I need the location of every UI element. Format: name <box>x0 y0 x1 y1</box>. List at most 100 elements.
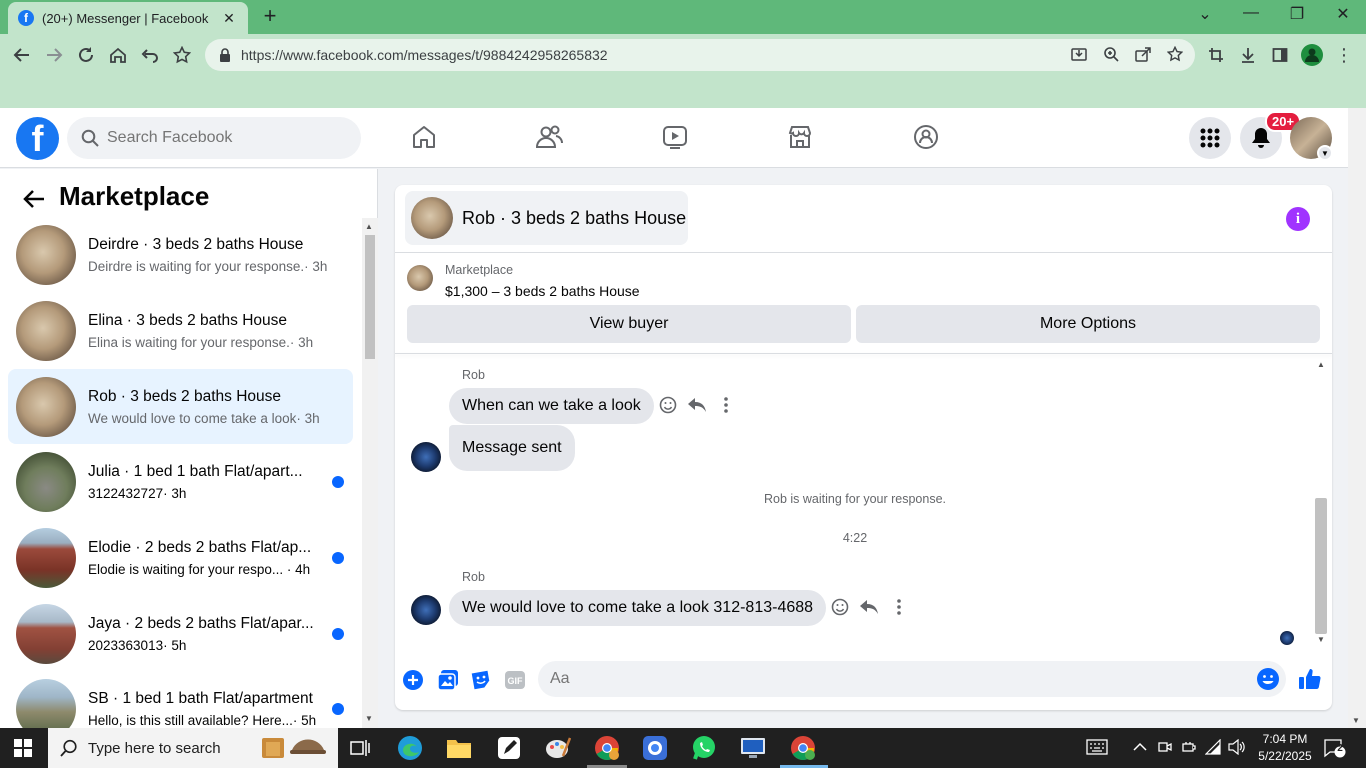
paint-app-icon[interactable] <box>544 734 572 762</box>
new-tab-icon[interactable]: + <box>258 5 282 29</box>
conversation-item[interactable]: Jaya · 2 beds 2 baths Flat/apar... 20233… <box>8 596 353 671</box>
plus-circle-icon[interactable] <box>401 668 425 692</box>
facebook-logo-icon[interactable]: f <box>16 117 59 160</box>
reply-icon[interactable] <box>686 394 708 416</box>
forward-icon[interactable] <box>41 42 67 68</box>
whatsapp-icon[interactable] <box>690 734 718 762</box>
address-bar[interactable]: https://www.facebook.com/messages/t/9884… <box>205 39 1195 71</box>
home-icon[interactable] <box>105 42 131 68</box>
sender-avatar <box>411 442 441 472</box>
zoom-icon[interactable] <box>1099 42 1123 66</box>
chat-scrollbar-thumb[interactable] <box>1315 498 1327 634</box>
profile-icon[interactable] <box>1299 42 1325 68</box>
conversation-name: Julia · 1 bed 1 bath Flat/apart... <box>88 462 303 480</box>
chrome-app-icon[interactable] <box>641 734 669 762</box>
back-icon[interactable] <box>9 42 35 68</box>
page-scrollbar[interactable] <box>1348 108 1366 728</box>
facebook-search[interactable] <box>67 117 361 159</box>
reload-icon[interactable] <box>73 42 99 68</box>
scroll-up-arrow-icon[interactable]: ▲ <box>1317 360 1325 369</box>
message-input-field[interactable] <box>538 661 1286 697</box>
downloads-icon[interactable] <box>1235 42 1261 68</box>
view-buyer-button[interactable]: View buyer <box>407 305 851 343</box>
reply-icon[interactable] <box>858 596 880 618</box>
edge-browser-icon[interactable] <box>396 734 424 762</box>
remote-desktop-icon[interactable] <box>739 734 767 762</box>
notification-center-icon[interactable]: 2 <box>1324 738 1346 761</box>
more-options-button[interactable]: More Options <box>856 305 1320 343</box>
taskbar-search-box[interactable]: Type here to search <box>48 728 338 768</box>
crop-icon[interactable] <box>1203 42 1229 68</box>
battery-plug-icon[interactable] <box>1181 739 1197 758</box>
chat-header-button[interactable]: Rob · 3 beds 2 baths House <box>405 191 688 245</box>
marketplace-nav-icon[interactable] <box>785 122 815 152</box>
conversation-item[interactable]: Elina · 3 beds 2 baths House Elina is wa… <box>8 293 353 368</box>
message-sender: Rob <box>462 570 485 584</box>
install-app-icon[interactable] <box>1067 42 1091 66</box>
home-nav-icon[interactable] <box>409 122 439 152</box>
friends-nav-icon[interactable] <box>534 122 564 152</box>
scroll-down-arrow-icon[interactable]: ▼ <box>1317 635 1325 644</box>
react-emoji-icon[interactable] <box>829 596 851 618</box>
minimize-icon[interactable]: — <box>1236 4 1266 28</box>
conversation-name: Elina · 3 beds 2 baths House <box>88 311 288 329</box>
chrome-active-icon[interactable] <box>789 734 817 762</box>
browser-menu-icon[interactable]: ⋮ <box>1331 42 1357 68</box>
info-icon[interactable]: i <box>1286 207 1310 231</box>
facebook-favicon-icon: f <box>18 10 34 26</box>
watch-nav-icon[interactable] <box>660 122 690 152</box>
conversation-item[interactable]: SB · 1 bed 1 bath Flat/apartment Hello, … <box>8 671 353 728</box>
message-bubble[interactable]: When can we take a look <box>449 388 654 424</box>
show-hidden-icons-chevron-icon[interactable] <box>1133 740 1147 755</box>
message-bubble[interactable]: Message sent <box>449 425 575 471</box>
gif-icon[interactable]: GIF <box>503 668 527 692</box>
conversation-item-active[interactable]: Rob · 3 beds 2 baths House We would love… <box>8 369 353 444</box>
bookmark-star-icon[interactable] <box>169 42 195 68</box>
message-input[interactable] <box>550 670 1240 688</box>
conversation-avatar <box>16 224 76 285</box>
tab-search-chevron-icon[interactable]: ⌄ <box>1190 4 1220 28</box>
browser-tab[interactable]: f (20+) Messenger | Facebook ✕ <box>8 2 248 34</box>
menu-grid-icon[interactable] <box>1189 117 1231 159</box>
keyboard-icon[interactable] <box>1086 739 1108 758</box>
back-arrow-icon[interactable] <box>20 185 48 213</box>
task-view-icon[interactable] <box>346 734 374 762</box>
message-bubble[interactable]: We would love to come take a look 312-81… <box>449 590 827 626</box>
more-actions-icon[interactable] <box>715 394 737 416</box>
page-scroll-down-arrow-icon[interactable]: ▼ <box>1352 716 1360 725</box>
undo-icon[interactable] <box>137 42 163 68</box>
unread-dot <box>332 702 344 715</box>
wifi-icon[interactable] <box>1204 738 1223 758</box>
meet-now-icon[interactable] <box>1157 739 1173 758</box>
file-explorer-icon[interactable] <box>445 734 473 762</box>
sticker-icon[interactable] <box>469 668 493 692</box>
bookmark-page-star-icon[interactable] <box>1163 42 1187 66</box>
scroll-up-arrow-icon[interactable]: ▲ <box>365 222 373 231</box>
restore-icon[interactable]: ❐ <box>1282 4 1312 28</box>
bookmark-bar <box>0 76 1366 108</box>
close-window-icon[interactable]: ✕ <box>1328 4 1358 28</box>
share-icon[interactable] <box>1131 42 1155 66</box>
emoji-icon[interactable] <box>1256 667 1280 691</box>
side-panel-icon[interactable] <box>1267 42 1293 68</box>
more-actions-icon[interactable] <box>888 596 910 618</box>
conversation-item[interactable]: Elodie · 2 beds 2 baths Flat/ap... Elodi… <box>8 520 353 595</box>
react-emoji-icon[interactable] <box>657 394 679 416</box>
groups-nav-icon[interactable] <box>911 122 941 152</box>
chrome-profile-icon[interactable] <box>593 734 621 762</box>
conversation-item[interactable]: Julia · 1 bed 1 bath Flat/apart... 31224… <box>8 444 353 519</box>
sidebar-scrollbar-thumb[interactable] <box>365 235 375 359</box>
close-tab-icon[interactable]: ✕ <box>220 10 238 27</box>
conversation-item[interactable]: Deirdre · 3 beds 2 baths House Deirdre i… <box>8 217 353 292</box>
volume-icon[interactable] <box>1228 738 1246 758</box>
chevron-down-icon[interactable]: ▼ <box>1317 145 1333 161</box>
thumbs-up-icon[interactable] <box>1297 666 1323 692</box>
windows-start-icon[interactable] <box>14 739 32 757</box>
taskbar-clock[interactable]: 7:04 PM 5/22/2025 <box>1250 731 1320 765</box>
listing-title[interactable]: $1,300 – 3 beds 2 baths House <box>445 283 640 299</box>
listing-thumbnail[interactable] <box>407 265 433 291</box>
scroll-down-arrow-icon[interactable]: ▼ <box>365 714 373 723</box>
search-input[interactable] <box>107 129 337 147</box>
photo-gallery-icon[interactable] <box>436 668 460 692</box>
pen-app-icon[interactable] <box>495 734 523 762</box>
